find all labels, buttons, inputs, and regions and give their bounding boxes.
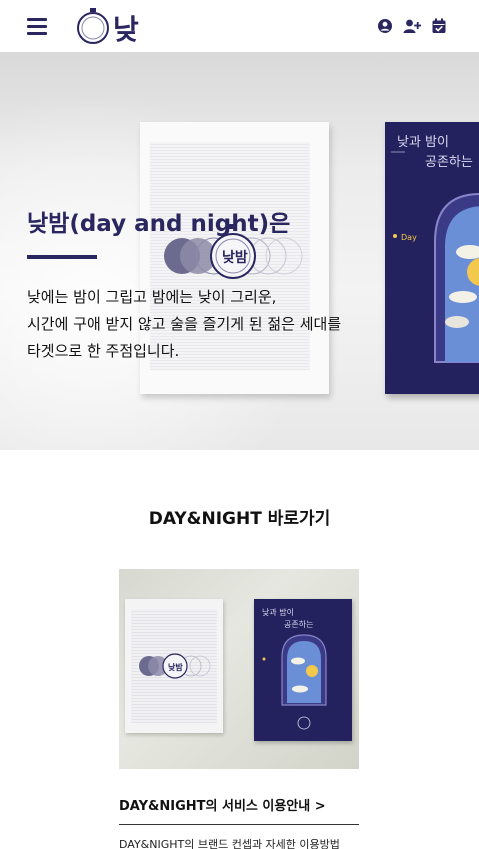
hero-desc-line: 시간에 구애 받지 않고 술을 즐기게 된 젊은 세대를: [27, 315, 342, 333]
brand-logo[interactable]: 낮밤: [75, 6, 161, 86]
hero-desc-line: 타겟으로 한 주점입니다.: [27, 342, 180, 360]
hero-banner: 낮밤 낮과 밤이 공존하는 Day 낮밤(day and night)은 낮에는…: [0, 52, 479, 450]
hero-desc-line: 낮에는 밤이 그립고 밤에는 낮이 그리운,: [27, 288, 277, 306]
top-header: 낮밤: [0, 0, 479, 86]
poster-line-1: 낮과 밤이: [397, 135, 449, 150]
service-card-image[interactable]: 낮밤 낮과 밤이 공존하는: [119, 569, 359, 769]
poster-navy-image: 낮과 밤이 공존하는 Day: [385, 122, 479, 394]
calendar-check-icon[interactable]: [431, 18, 447, 34]
poster-day-label: Day: [401, 233, 417, 242]
service-guide-link[interactable]: DAY&NIGHT의 서비스 이용안내 >: [119, 795, 326, 814]
hero-divider: [27, 255, 97, 259]
hero-title: 낮밤(day and night)은: [27, 211, 291, 237]
shortcut-section-title: DAY&NIGHT 바로가기: [148, 509, 331, 529]
svg-text:낮밤: 낮밤: [168, 662, 183, 672]
hero-description: 낮에는 밤이 그립고 밤에는 낮이 그리운, 시간에 구애 받지 않고 술을 즐…: [27, 284, 341, 365]
user-plus-icon[interactable]: [403, 18, 421, 34]
clock-logo-icon: [77, 8, 109, 44]
service-guide-description: DAY&NIGHT의 브랜드 컨셉과 자세한 이용방법: [119, 838, 340, 849]
svg-text:낮과 밤이: 낮과 밤이: [262, 607, 294, 617]
poster-line-2: 공존하는: [425, 155, 473, 170]
user-circle-icon[interactable]: [377, 18, 393, 34]
svg-text:낮밤: 낮밤: [222, 250, 248, 266]
hamburger-menu-icon[interactable]: [27, 18, 47, 35]
svg-text:공존하는: 공존하는: [284, 619, 313, 629]
card-divider: [119, 824, 359, 825]
